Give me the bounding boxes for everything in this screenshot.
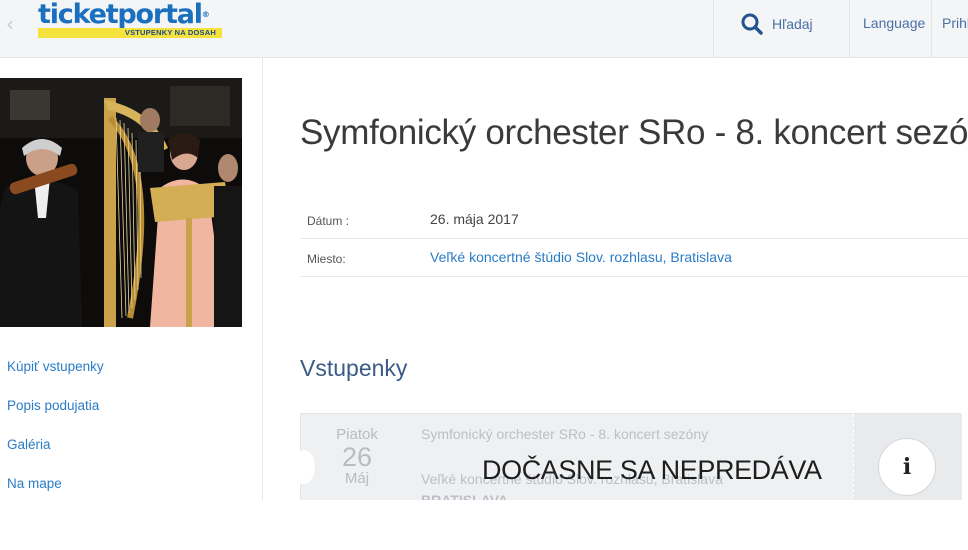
event-title: Symfonický orchester SRo - 8. koncert se… (300, 113, 968, 152)
tickets-section-title: Vstupenky (300, 355, 408, 381)
place-label: Miesto: (307, 252, 346, 266)
ticket-day-number: 26 (341, 442, 373, 472)
header-divider (713, 0, 714, 57)
login-button[interactable]: Prihl (942, 15, 968, 31)
logo-registered-mark: ® (201, 10, 210, 19)
place-link[interactable]: Veľké koncertné štúdio Slov. rozhlasu, B… (430, 249, 732, 265)
event-info-table: Dátum : 26. mája 2017 Miesto: Veľké konc… (300, 201, 968, 277)
search-icon (741, 13, 763, 35)
header-divider (931, 0, 932, 57)
logo-tagline-bar: VSTUPENKY NA DOSAH (38, 28, 222, 38)
language-button[interactable]: Language (863, 15, 925, 31)
ticket-event-name: Symfonický orchester SRo - 8. koncert se… (421, 426, 709, 442)
logo-tagline: VSTUPENKY NA DOSAH (124, 28, 216, 37)
ticket-month: Máj (344, 470, 370, 487)
ticketportal-logo[interactable]: ticketportal® VSTUPENKY NA DOSAH (38, 0, 222, 38)
search-button[interactable]: Hľadaj (740, 12, 813, 36)
header-divider (849, 0, 850, 57)
logo-text: ticketportal (38, 0, 203, 30)
ticket-card: Piatok 26 Máj Symfonický orchester SRo -… (293, 413, 962, 508)
ticket-date-block: Piatok 26 Máj (301, 414, 413, 504)
nav-event-description[interactable]: Popis podujatia (7, 397, 104, 436)
search-label: Hľadaj (772, 16, 813, 32)
page-bottom-blank (0, 500, 968, 550)
ticket-status-overlay: DOČASNE SA NEPREDÁVA (482, 455, 822, 485)
place-row: Miesto: Veľké koncertné štúdio Slov. roz… (300, 239, 968, 277)
info-icon[interactable]: i (878, 438, 936, 496)
event-photo[interactable] (0, 78, 242, 327)
ticket-weekday: Piatok (336, 426, 378, 443)
nav-buy-tickets[interactable]: Kúpiť vstupenky (7, 358, 104, 397)
date-value: 26. mája 2017 (430, 211, 519, 227)
back-chevron-icon[interactable]: ‹ (6, 12, 14, 36)
ticket-info-panel: i (853, 414, 962, 502)
date-label: Dátum : (307, 214, 350, 228)
top-header: ‹ ticketportal® VSTUPENKY NA DOSAH Hľada… (0, 0, 968, 58)
nav-gallery[interactable]: Galéria (7, 436, 104, 475)
orchestra-photo-image (0, 78, 242, 327)
date-row: Dátum : 26. mája 2017 (300, 201, 968, 239)
side-navigation: Kúpiť vstupenky Popis podujatia Galéria … (7, 358, 104, 514)
left-sidebar: Kúpiť vstupenky Popis podujatia Galéria … (0, 58, 263, 500)
